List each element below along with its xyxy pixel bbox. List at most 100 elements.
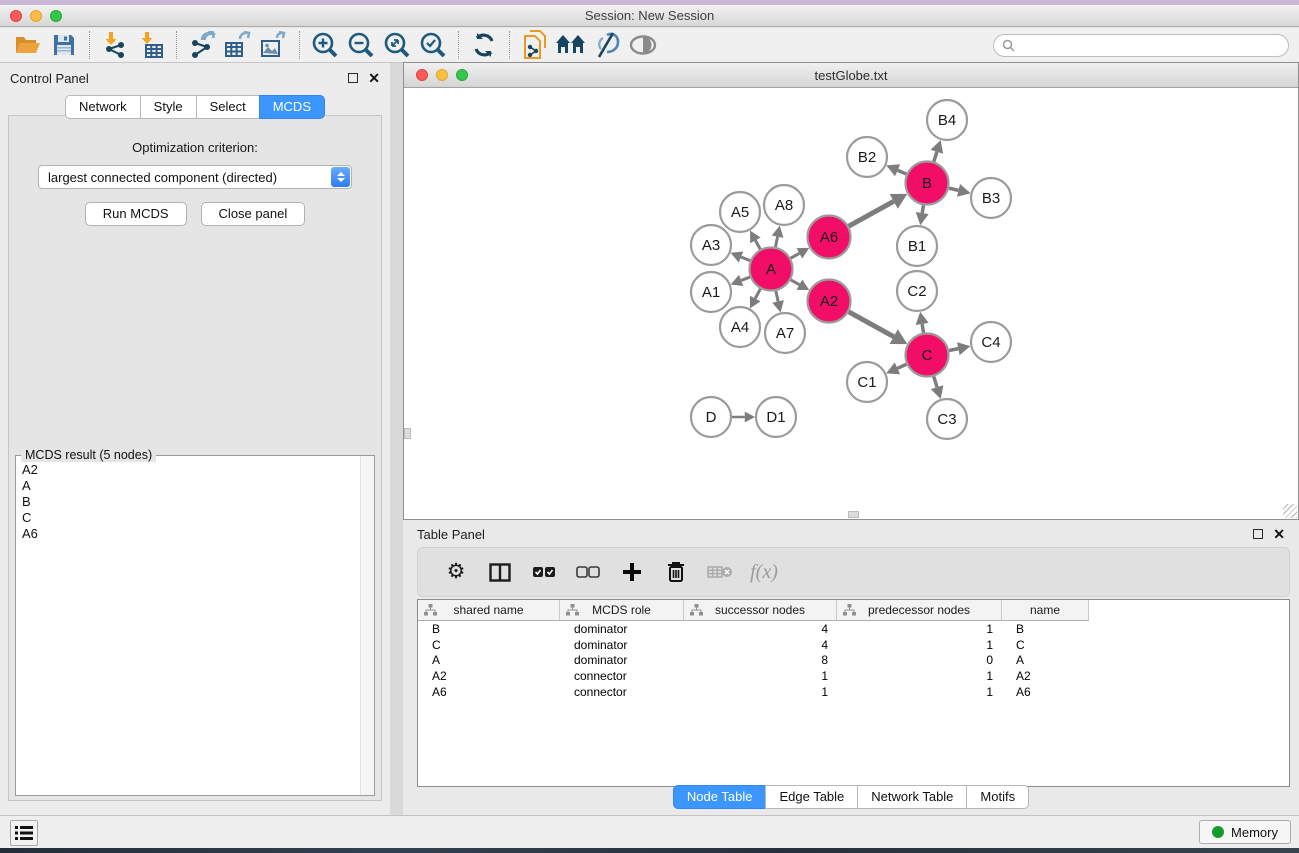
network-file-icon[interactable]: [517, 30, 553, 60]
node-table[interactable]: shared nameMCDS rolesuccessor nodesprede…: [417, 599, 1290, 787]
table-row[interactable]: A2connector11A2: [418, 668, 1289, 684]
column-header-shared-name[interactable]: shared name: [418, 600, 560, 621]
save-session-icon[interactable]: [46, 30, 82, 60]
edge-C-C2[interactable]: [922, 324, 923, 333]
resize-grip[interactable]: [1283, 504, 1297, 518]
float-table-panel-icon[interactable]: [1253, 529, 1263, 539]
tab-select[interactable]: Select: [196, 95, 260, 119]
cell[interactable]: 1: [837, 622, 1002, 636]
run-mcds-button[interactable]: Run MCDS: [85, 202, 187, 226]
cell[interactable]: dominator: [560, 638, 684, 652]
network-graph[interactable]: AA1A2A3A4A5A6A7A8BB1B2B3B4CC1C2C3C4DD1: [404, 88, 1298, 519]
export-table-icon[interactable]: [220, 30, 256, 60]
table-tab-edge-table[interactable]: Edge Table: [765, 785, 858, 809]
table-tab-network-table[interactable]: Network Table: [857, 785, 967, 809]
columns-icon[interactable]: [478, 555, 522, 589]
import-table-icon[interactable]: [133, 30, 169, 60]
select-all-icon[interactable]: [522, 555, 566, 589]
edge-A2-C[interactable]: [849, 312, 894, 337]
result-item[interactable]: C: [22, 510, 359, 526]
refresh-icon[interactable]: [466, 30, 502, 60]
mcds-result-list[interactable]: A2ABCA6: [17, 462, 359, 794]
edge-A-A5[interactable]: [755, 240, 760, 249]
panel-splitter[interactable]: [390, 63, 403, 816]
cell[interactable]: C: [1002, 638, 1089, 652]
tab-network[interactable]: Network: [65, 95, 141, 119]
edge-B-B4[interactable]: [934, 152, 937, 162]
cell[interactable]: dominator: [560, 653, 684, 667]
network-window-titlebar[interactable]: testGlobe.txt: [404, 63, 1298, 88]
table-tab-node-table[interactable]: Node Table: [673, 785, 767, 809]
column-header-predecessor-nodes[interactable]: predecessor nodes: [837, 600, 1002, 621]
edge-C-C1[interactable]: [897, 364, 906, 368]
table-row[interactable]: Adominator80A: [418, 653, 1289, 669]
edge-B-B2[interactable]: [898, 170, 907, 174]
table-row[interactable]: Cdominator41C: [418, 637, 1289, 653]
cell[interactable]: B: [418, 622, 560, 636]
unselect-all-icon[interactable]: [566, 555, 610, 589]
delete-column-icon[interactable]: [654, 555, 698, 589]
cell[interactable]: A6: [1002, 685, 1089, 699]
cell[interactable]: 4: [684, 638, 837, 652]
cell[interactable]: C: [418, 638, 560, 652]
close-table-panel-icon[interactable]: ✕: [1273, 529, 1285, 539]
column-header-MCDS-role[interactable]: MCDS role: [560, 600, 684, 621]
import-network-icon[interactable]: [97, 30, 133, 60]
search-box[interactable]: [993, 34, 1289, 57]
edge-C-C3[interactable]: [934, 376, 937, 387]
horizontal-scroll-thumb[interactable]: [848, 511, 859, 518]
edge-A-A3[interactable]: [741, 257, 750, 261]
vertical-scroll-thumb[interactable]: [404, 428, 411, 439]
edge-A-A2[interactable]: [791, 280, 800, 285]
tab-mcds[interactable]: MCDS: [259, 95, 325, 119]
close-panel-button[interactable]: Close panel: [201, 202, 306, 226]
edge-A-A6[interactable]: [791, 253, 800, 258]
edge-A-A1[interactable]: [741, 277, 750, 280]
float-panel-icon[interactable]: [348, 73, 358, 83]
cell[interactable]: 0: [837, 653, 1002, 667]
add-column-icon[interactable]: [610, 555, 654, 589]
task-history-button[interactable]: [10, 820, 38, 846]
edge-B-B1[interactable]: [922, 205, 923, 213]
cell[interactable]: A: [1002, 653, 1089, 667]
home-icon[interactable]: [553, 30, 589, 60]
table-row[interactable]: Bdominator41B: [418, 621, 1289, 637]
settings-gear-icon[interactable]: ⚙: [434, 555, 478, 589]
search-input[interactable]: [1020, 38, 1288, 52]
table-tab-motifs[interactable]: Motifs: [966, 785, 1029, 809]
eye-icon[interactable]: [625, 30, 661, 60]
result-item[interactable]: A2: [22, 462, 359, 478]
cell[interactable]: A6: [418, 685, 560, 699]
open-session-icon[interactable]: [10, 30, 46, 60]
cell[interactable]: 1: [684, 685, 837, 699]
cell[interactable]: A: [418, 653, 560, 667]
zoom-in-icon[interactable]: [307, 30, 343, 60]
cell[interactable]: 1: [837, 685, 1002, 699]
cell[interactable]: 8: [684, 653, 837, 667]
edge-B-B3[interactable]: [949, 188, 959, 190]
result-item[interactable]: A6: [22, 526, 359, 542]
cell[interactable]: 1: [837, 669, 1002, 683]
result-scrollbar[interactable]: [360, 456, 374, 795]
cell[interactable]: A2: [418, 669, 560, 683]
zoom-out-icon[interactable]: [343, 30, 379, 60]
graphics-details-icon[interactable]: [589, 30, 625, 60]
result-item[interactable]: A: [22, 478, 359, 494]
cell[interactable]: 4: [684, 622, 837, 636]
cell[interactable]: connector: [560, 669, 684, 683]
cell[interactable]: connector: [560, 685, 684, 699]
tab-style[interactable]: Style: [140, 95, 197, 119]
zoom-fit-icon[interactable]: [379, 30, 415, 60]
cell[interactable]: dominator: [560, 622, 684, 636]
edge-A-A8[interactable]: [775, 237, 777, 247]
result-item[interactable]: B: [22, 494, 359, 510]
edge-A-A7[interactable]: [776, 291, 778, 301]
cell[interactable]: 1: [684, 669, 837, 683]
edge-A-A4[interactable]: [755, 289, 760, 299]
cell[interactable]: 1: [837, 638, 1002, 652]
export-image-icon[interactable]: [256, 30, 292, 60]
table-row[interactable]: A6connector11A6: [418, 684, 1289, 700]
column-header-successor-nodes[interactable]: successor nodes: [684, 600, 837, 621]
edge-A6-B[interactable]: [849, 201, 894, 226]
memory-button[interactable]: Memory: [1199, 820, 1291, 844]
